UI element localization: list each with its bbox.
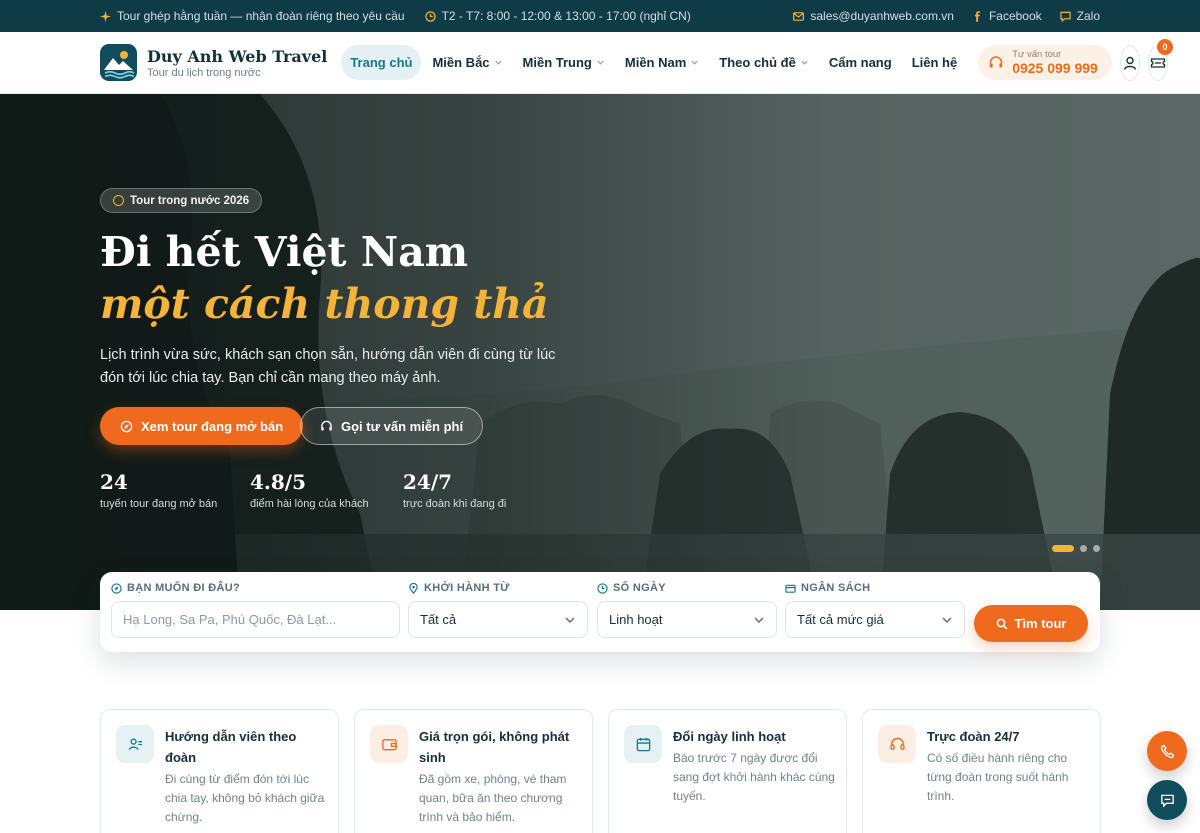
compass-icon <box>113 195 124 206</box>
clock-icon <box>597 582 608 594</box>
chat-fab-button[interactable] <box>1147 780 1187 820</box>
headset-icon <box>321 420 332 430</box>
email-link[interactable]: sales@duyanhweb.com.vn <box>793 9 954 23</box>
cart-count-badge: 0 <box>1157 38 1173 55</box>
promo-item: Tour ghép hằng tuần — nhận đoàn riêng th… <box>100 9 405 23</box>
chevron-down-icon <box>942 617 952 623</box>
feature-card: Hướng dẫn viên theo đoàn Đi cùng từ điểm… <box>100 709 339 833</box>
hero-banner: Tour trong nước 2026 Đi hết Việt Nam một… <box>0 94 1200 610</box>
days-field: SỐ NGÀY Linh hoạt <box>597 582 777 638</box>
tour-search-form: BẠN MUỐN ĐI ĐÂU? Hạ Long, Sa Pa, Phú Quố… <box>100 572 1100 652</box>
zalo-link[interactable]: Zalo <box>1059 9 1100 23</box>
ticket-icon <box>1150 57 1166 68</box>
brand-name: Duy Anh Web Travel <box>147 46 328 66</box>
feature-card: Giá trọn gói, không phát sinh Đã gồm xe,… <box>354 709 593 833</box>
facebook-link[interactable]: Facebook <box>972 9 1042 23</box>
view-tours-button[interactable]: Xem tour đang mở bán <box>100 407 304 445</box>
site-header: Duy Anh Web Travel Tour du lịch trong nư… <box>0 32 1200 94</box>
budget-field: NGÂN SÁCH Tất cả mức giá <box>785 582 965 638</box>
feature-desc: Đi cùng từ điểm đón tới lúc chia tay, kh… <box>165 772 325 824</box>
slide-dot-2[interactable] <box>1080 545 1087 552</box>
feature-title: Đổi ngày linh hoạt <box>673 729 786 744</box>
chevron-down-icon <box>597 60 604 65</box>
brand-logo[interactable]: Duy Anh Web Travel Tour du lịch trong nư… <box>100 44 327 81</box>
hotline-label: Tư vấn tour <box>1012 49 1062 60</box>
cart-button[interactable]: 0 <box>1147 38 1173 81</box>
nav-south[interactable]: Miền Nam <box>616 45 708 80</box>
hero-title-accent: một cách thong thả <box>100 280 549 328</box>
chevron-down-icon <box>494 60 502 65</box>
calendar-icon <box>624 725 662 763</box>
brand-tagline: Tour du lịch trong nước <box>147 66 261 79</box>
feature-desc: Có số điều hành riêng cho từng đoàn tron… <box>927 751 1069 803</box>
hotline-number: 0925 099 999 <box>1012 60 1098 76</box>
hotline-button[interactable]: Tư vấn tour 0925 099 999 <box>978 45 1112 80</box>
chevron-down-icon <box>565 617 575 623</box>
slider-dots <box>1052 545 1100 552</box>
top-bar: Tour ghép hằng tuần — nhận đoàn riêng th… <box>0 0 1200 32</box>
wallet-icon <box>785 584 796 593</box>
feature-title: Hướng dẫn viên theo đoàn <box>165 729 297 765</box>
free-consult-button[interactable]: Gọi tư vấn miễn phí <box>300 407 484 445</box>
logo-mark-icon <box>100 44 137 81</box>
nav-contact[interactable]: Liên hệ <box>903 45 967 80</box>
hours-text: T2 - T7: 8:00 - 12:00 & 13:00 - 17:00 (n… <box>441 9 691 23</box>
chevron-down-icon <box>691 60 698 65</box>
chat-icon <box>1059 11 1071 22</box>
days-select[interactable]: Linh hoạt <box>597 601 777 638</box>
account-button[interactable] <box>1119 44 1140 81</box>
destination-field: BẠN MUỐN ĐI ĐÂU? Hạ Long, Sa Pa, Phú Quố… <box>111 582 400 638</box>
call-fab-button[interactable] <box>1147 731 1187 771</box>
headset-icon <box>878 725 916 763</box>
clock-icon <box>424 10 436 22</box>
stat-rating: 4.8/5 điểm hài lòng của khách <box>250 470 369 510</box>
slide-dot-3[interactable] <box>1093 545 1100 552</box>
departure-select[interactable]: Tất cả <box>408 601 588 638</box>
compass-icon <box>111 582 122 594</box>
phone-icon <box>1160 744 1174 758</box>
budget-select[interactable]: Tất cả mức giá <box>785 601 965 638</box>
hero-lead: Lịch trình vừa sức, khách sạn chọn sẵn, … <box>100 347 556 386</box>
feature-desc: Đã gồm xe, phòng, vé tham quan, bữa ăn t… <box>419 772 567 824</box>
chat-icon <box>1160 794 1174 807</box>
feature-card: Trực đoàn 24/7 Có số điều hành riêng cho… <box>862 709 1101 833</box>
mail-icon <box>793 11 805 21</box>
nav-central[interactable]: Miền Trung <box>514 45 614 80</box>
search-icon <box>996 618 1008 630</box>
chevron-down-icon <box>801 60 808 65</box>
stat-support: 24/7 trực đoàn khi đang đi <box>403 470 507 510</box>
map-pin-icon <box>409 582 418 594</box>
slide-dot-1[interactable] <box>1052 545 1074 552</box>
nav-north[interactable]: Miền Bắc <box>423 45 511 80</box>
chevron-down-icon <box>754 617 764 623</box>
feature-title: Giá trọn gói, không phát sinh <box>419 729 570 765</box>
promo-text: Tour ghép hằng tuần — nhận đoàn riêng th… <box>117 9 405 23</box>
feature-desc: Báo trước 7 ngày được đổi sang đợt khởi … <box>673 751 835 803</box>
hours-item: T2 - T7: 8:00 - 12:00 & 13:00 - 17:00 (n… <box>424 9 691 23</box>
sparkle-icon <box>100 10 111 22</box>
nav-guide[interactable]: Cẩm nang <box>820 45 901 80</box>
search-tour-button[interactable]: Tìm tour <box>974 605 1088 642</box>
nav-home[interactable]: Trang chủ <box>341 45 422 80</box>
guide-icon <box>116 725 154 763</box>
stat-tours: 24 tuyến tour đang mở bán <box>100 470 218 510</box>
nav-themes[interactable]: Theo chủ đề <box>710 45 818 80</box>
headset-icon <box>989 55 1003 67</box>
destination-input[interactable]: Hạ Long, Sa Pa, Phú Quốc, Đà Lạt... <box>111 601 400 638</box>
feature-card: Đổi ngày linh hoạt Báo trước 7 ngày được… <box>608 709 847 833</box>
feature-title: Trực đoàn 24/7 <box>927 729 1020 744</box>
facebook-icon <box>974 10 980 22</box>
departure-field: KHỞI HÀNH TỪ Tất cả <box>408 582 588 638</box>
compass-icon <box>120 420 133 432</box>
hero-badge: Tour trong nước 2026 <box>100 188 263 213</box>
hero-title: Đi hết Việt Nam <box>100 228 469 276</box>
wallet-icon <box>370 725 408 763</box>
user-icon <box>1123 56 1137 70</box>
main-nav: Trang chủ Miền Bắc Miền Trung Miền Nam T… <box>341 45 966 80</box>
